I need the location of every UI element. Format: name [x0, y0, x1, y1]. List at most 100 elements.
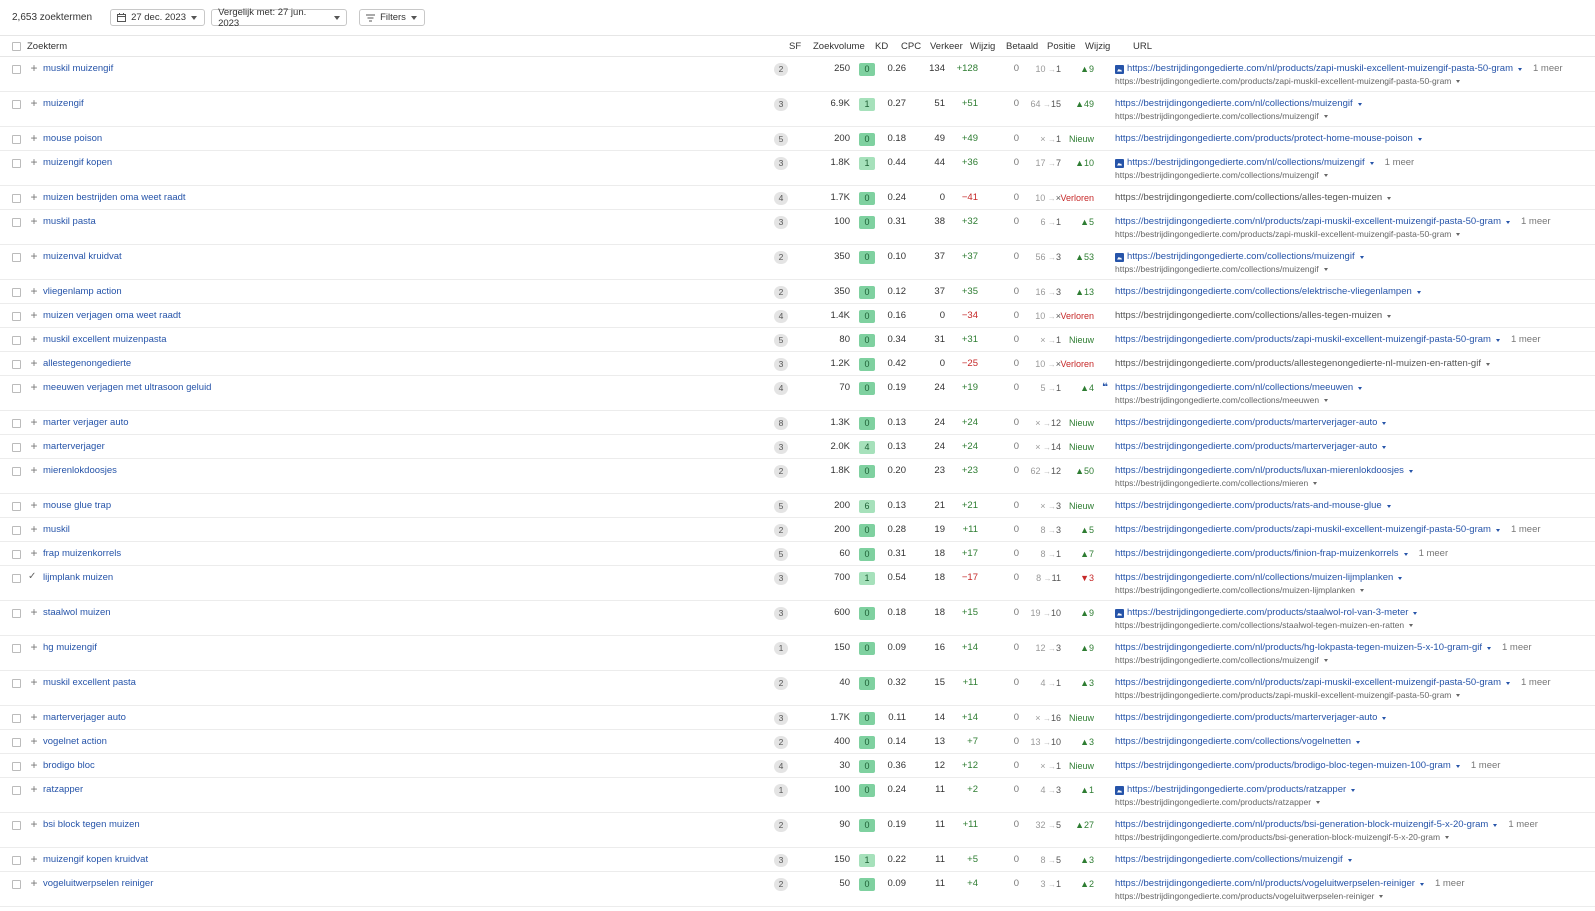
- secondary-url[interactable]: https://bestrijdingongedierte.com/collec…: [1115, 263, 1364, 275]
- more-urls-link[interactable]: 1 meer: [1521, 216, 1551, 228]
- row-checkbox[interactable]: [12, 194, 21, 203]
- row-checkbox[interactable]: [12, 644, 21, 653]
- ranking-url[interactable]: https://bestrijdingongedierte.com/collec…: [1115, 736, 1361, 748]
- ranking-url[interactable]: https://bestrijdingongedierte.com/produc…: [1115, 500, 1391, 512]
- sf-badge[interactable]: 1: [774, 642, 788, 655]
- ranking-url[interactable]: https://bestrijdingongedierte.com/produc…: [1115, 607, 1418, 619]
- ranking-url[interactable]: https://bestrijdingongedierte.com/produc…: [1115, 712, 1387, 724]
- add-to-list-icon[interactable]: +: [28, 499, 40, 511]
- more-urls-link[interactable]: 1 meer: [1385, 157, 1415, 169]
- chevron-down-icon[interactable]: [1323, 267, 1328, 271]
- sf-badge[interactable]: 3: [774, 854, 788, 867]
- ranking-url[interactable]: https://bestrijdingongedierte.com/produc…: [1115, 548, 1448, 560]
- chevron-down-icon[interactable]: [1517, 67, 1522, 71]
- row-checkbox[interactable]: [12, 100, 21, 109]
- secondary-url[interactable]: https://bestrijdingongedierte.com/produc…: [1115, 689, 1551, 701]
- row-checkbox[interactable]: [12, 443, 21, 452]
- keyword-link[interactable]: vogelnet action: [43, 736, 107, 748]
- sf-badge[interactable]: 3: [774, 607, 788, 620]
- ranking-url[interactable]: https://bestrijdingongedierte.com/nl/pro…: [1115, 878, 1465, 890]
- add-to-list-icon[interactable]: +: [28, 818, 40, 830]
- ranking-url-text[interactable]: https://bestrijdingongedierte.com/produc…: [1115, 712, 1377, 724]
- keyword-link[interactable]: mouse poison: [43, 133, 102, 145]
- ranking-url-text[interactable]: https://bestrijdingongedierte.com/nl/pro…: [1115, 677, 1501, 689]
- ranking-url-text[interactable]: https://bestrijdingongedierte.com/nl/col…: [1115, 98, 1353, 110]
- sf-badge[interactable]: 5: [774, 548, 788, 561]
- secondary-url[interactable]: https://bestrijdingongedierte.com/collec…: [1115, 477, 1413, 489]
- keyword-link[interactable]: frap muizenkorrels: [43, 548, 121, 560]
- add-to-list-icon[interactable]: +: [28, 62, 40, 74]
- chevron-down-icon[interactable]: [1409, 623, 1414, 627]
- secondary-url-text[interactable]: https://bestrijdingongedierte.com/produc…: [1115, 228, 1451, 240]
- sf-badge[interactable]: 2: [774, 465, 788, 478]
- ranking-url[interactable]: https://bestrijdingongedierte.com/produc…: [1115, 334, 1541, 346]
- chevron-down-icon[interactable]: [1485, 362, 1490, 366]
- compare-date-button[interactable]: Vergelijk met: 27 jun. 2023: [211, 7, 348, 29]
- ranking-url-text[interactable]: https://bestrijdingongedierte.com/produc…: [1127, 784, 1346, 796]
- keyword-link[interactable]: muizen bestrijden oma weet raadt: [43, 192, 186, 204]
- add-to-list-icon[interactable]: +: [28, 357, 40, 369]
- sf-badge[interactable]: 3: [774, 441, 788, 454]
- keyword-link[interactable]: muizen verjagen oma weet raadt: [43, 310, 181, 322]
- ranking-url-text[interactable]: https://bestrijdingongedierte.com/nl/col…: [1115, 382, 1353, 394]
- sf-badge[interactable]: 3: [774, 572, 788, 585]
- chevron-down-icon[interactable]: [1413, 611, 1418, 615]
- ranking-url-text[interactable]: https://bestrijdingongedierte.com/nl/pro…: [1127, 63, 1513, 75]
- chevron-down-icon[interactable]: [1495, 528, 1500, 532]
- sf-badge[interactable]: 3: [774, 712, 788, 725]
- row-checkbox[interactable]: [12, 609, 21, 618]
- secondary-url[interactable]: https://bestrijdingongedierte.com/collec…: [1115, 169, 1414, 181]
- keyword-link[interactable]: muskil excellent pasta: [43, 677, 136, 689]
- sf-badge[interactable]: 2: [774, 677, 788, 690]
- ranking-url[interactable]: https://bestrijdingongedierte.com/nl/pro…: [1115, 819, 1538, 831]
- ranking-url[interactable]: https://bestrijdingongedierte.com/produc…: [1115, 760, 1500, 772]
- ranking-url-text[interactable]: https://bestrijdingongedierte.com/produc…: [1115, 760, 1451, 772]
- row-checkbox[interactable]: [12, 574, 21, 583]
- add-to-list-icon[interactable]: +: [28, 285, 40, 297]
- chevron-down-icon[interactable]: [1316, 800, 1321, 804]
- sf-badge[interactable]: 2: [774, 819, 788, 832]
- secondary-url[interactable]: https://bestrijdingongedierte.com/produc…: [1115, 75, 1563, 87]
- keyword-link[interactable]: mouse glue trap: [43, 500, 111, 512]
- chevron-down-icon[interactable]: [1495, 338, 1500, 342]
- keyword-link[interactable]: muskil excellent muizenpasta: [43, 334, 167, 346]
- sf-badge[interactable]: 2: [774, 524, 788, 537]
- ranking-url-text[interactable]: https://bestrijdingongedierte.com/nl/col…: [1115, 572, 1393, 584]
- chevron-down-icon[interactable]: [1456, 232, 1461, 236]
- chevron-down-icon[interactable]: [1493, 823, 1498, 827]
- ranking-url-text[interactable]: https://bestrijdingongedierte.com/produc…: [1115, 334, 1491, 346]
- row-checkbox[interactable]: [12, 821, 21, 830]
- chevron-down-icon[interactable]: [1356, 740, 1361, 744]
- more-urls-link[interactable]: 1 meer: [1511, 524, 1541, 536]
- chevron-down-icon[interactable]: [1357, 102, 1362, 106]
- header-cpc[interactable]: CPC: [901, 36, 921, 58]
- ranking-url-text[interactable]: https://bestrijdingongedierte.com/produc…: [1115, 500, 1382, 512]
- sf-badge[interactable]: 4: [774, 192, 788, 205]
- secondary-url-text[interactable]: https://bestrijdingongedierte.com/collec…: [1115, 654, 1319, 666]
- chevron-down-icon[interactable]: [1505, 681, 1510, 685]
- row-checkbox[interactable]: [12, 65, 21, 74]
- ranking-url-text[interactable]: https://bestrijdingongedierte.com/nl/pro…: [1115, 642, 1482, 654]
- add-to-list-icon[interactable]: +: [28, 309, 40, 321]
- ranking-url-text[interactable]: https://bestrijdingongedierte.com/collec…: [1127, 251, 1355, 263]
- secondary-url-text[interactable]: https://bestrijdingongedierte.com/produc…: [1115, 831, 1440, 843]
- row-checkbox[interactable]: [12, 159, 21, 168]
- row-checkbox[interactable]: [12, 856, 21, 865]
- chevron-down-icon[interactable]: [1369, 161, 1374, 165]
- ranking-url[interactable]: https://bestrijdingongedierte.com/collec…: [1115, 251, 1364, 263]
- sf-badge[interactable]: 4: [774, 382, 788, 395]
- ranking-url-text[interactable]: https://bestrijdingongedierte.com/produc…: [1115, 358, 1481, 370]
- chevron-down-icon[interactable]: [1408, 469, 1413, 473]
- chevron-down-icon[interactable]: [1417, 137, 1422, 141]
- row-checkbox[interactable]: [12, 312, 21, 321]
- add-to-list-icon[interactable]: +: [28, 735, 40, 747]
- keyword-link[interactable]: vliegenlamp action: [43, 286, 122, 298]
- ranking-url-text[interactable]: https://bestrijdingongedierte.com/produc…: [1115, 524, 1491, 536]
- ranking-url[interactable]: https://bestrijdingongedierte.com/collec…: [1115, 854, 1352, 866]
- keyword-link[interactable]: marterverjager: [43, 441, 105, 453]
- more-urls-link[interactable]: 1 meer: [1471, 760, 1501, 772]
- ranking-url-text[interactable]: https://bestrijdingongedierte.com/produc…: [1115, 133, 1413, 145]
- sf-badge[interactable]: 4: [774, 310, 788, 323]
- ranking-url-text[interactable]: https://bestrijdingongedierte.com/collec…: [1115, 310, 1382, 322]
- more-urls-link[interactable]: 1 meer: [1419, 548, 1449, 560]
